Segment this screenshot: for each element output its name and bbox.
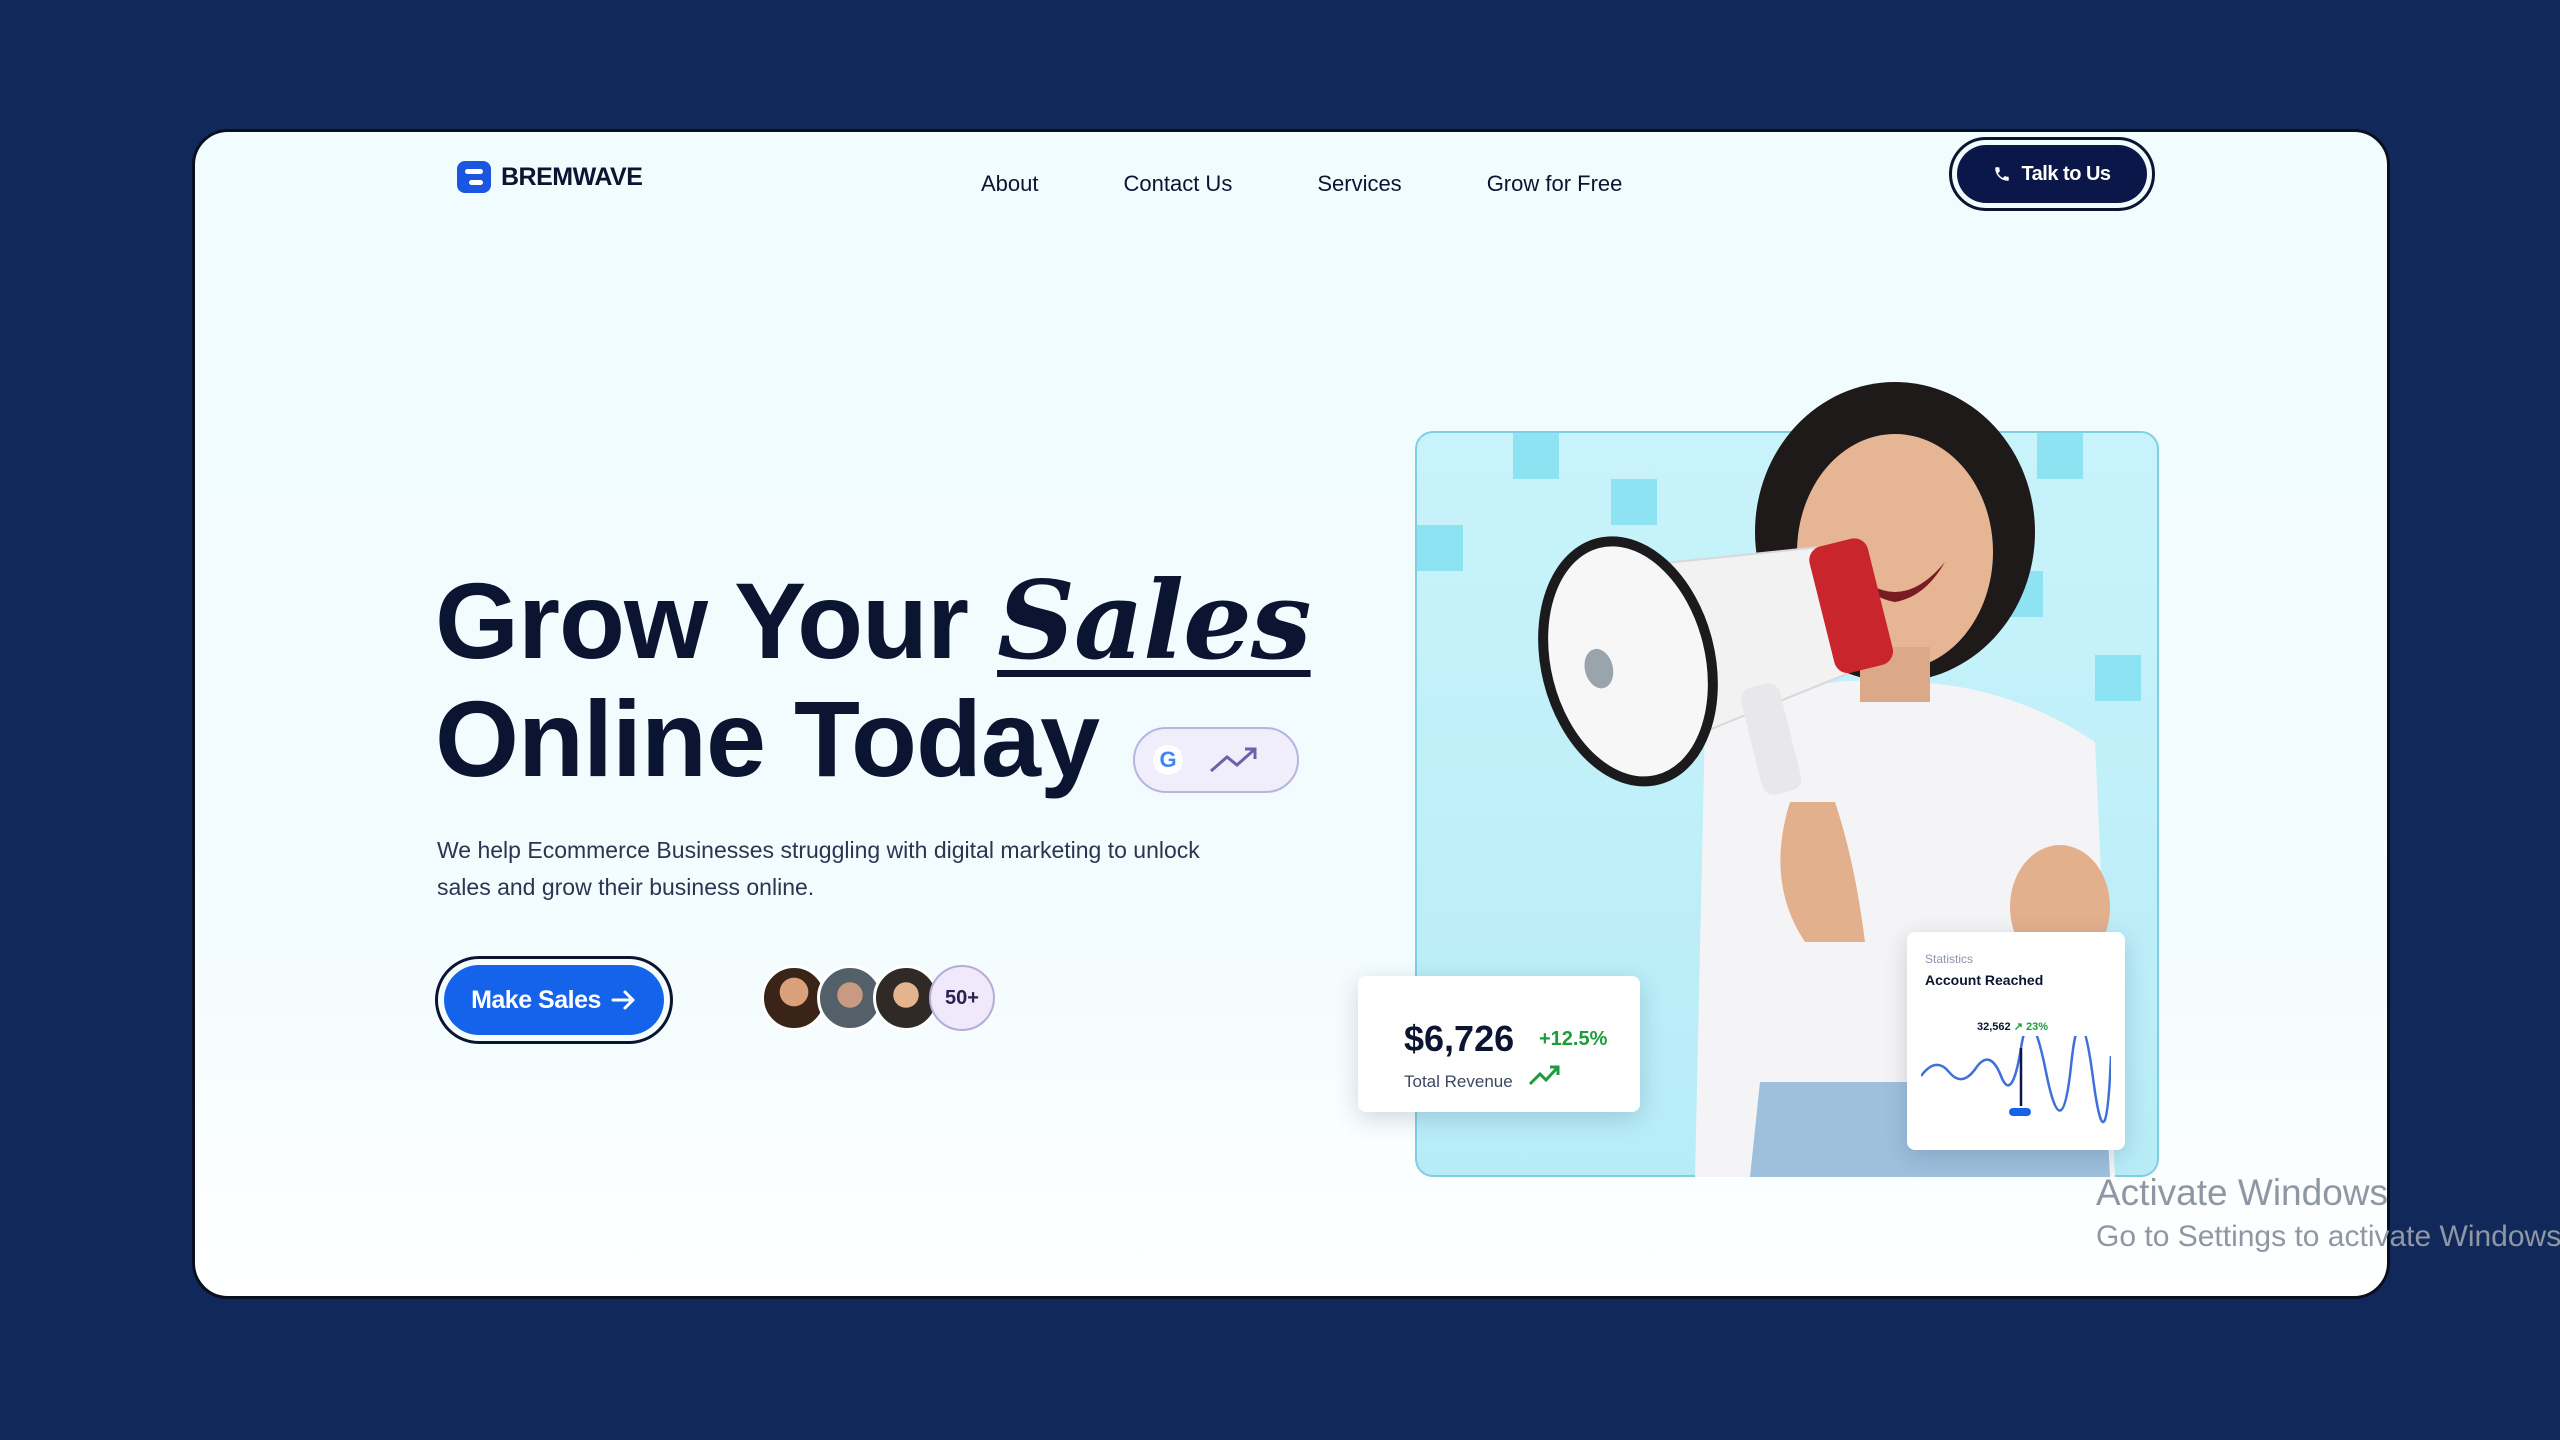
google-icon: G — [1153, 745, 1183, 775]
google-growth-pill: G — [1133, 727, 1299, 793]
total-revenue-card: $6,726 +12.5% Total Revenue — [1358, 976, 1640, 1112]
customer-avatars: 50+ — [761, 965, 995, 1031]
avatar-count-badge: 50+ — [929, 965, 995, 1031]
headline-part1: Grow Your — [435, 560, 998, 681]
reach-change: ↗ 23% — [2013, 1021, 2049, 1033]
talk-to-us-button[interactable]: Talk to Us — [1949, 137, 2155, 211]
browser-frame: BREMWAVE About Contact Us Services Grow … — [192, 129, 2390, 1299]
decor-square — [1417, 525, 1463, 571]
statistics-label: Statistics — [1925, 952, 1974, 966]
revenue-change: +12.5% — [1539, 1028, 1608, 1050]
brand-name: BREMWAVE — [501, 162, 643, 191]
activate-windows-subtext: Go to Settings to activate Windows. — [2096, 1220, 2560, 1253]
revenue-label: Total Revenue — [1404, 1072, 1513, 1091]
headline-line2: Online Today — [435, 678, 1100, 799]
trend-up-icon — [1528, 1065, 1560, 1086]
account-reached-card: Statistics Account Reached 32,562 ↗ 23% — [1907, 932, 2125, 1150]
hero-subtext: We help Ecommerce Businesses struggling … — [437, 837, 1200, 900]
trend-up-icon — [1210, 747, 1257, 773]
make-sales-label: Make Sales — [471, 985, 601, 1014]
headline-accent: Sales — [997, 558, 1312, 684]
arrow-right-icon — [611, 990, 635, 1010]
nav-link-services[interactable]: Services — [1317, 164, 1401, 204]
revenue-value: $6,726 — [1404, 1018, 1515, 1059]
nav-link-contact[interactable]: Contact Us — [1124, 164, 1233, 204]
talk-to-us-inner: Talk to Us — [1957, 145, 2147, 203]
make-sales-button[interactable]: Make Sales — [435, 956, 673, 1044]
activate-windows-watermark: Activate Windows — [2096, 1172, 2388, 1213]
nav-link-grow-free[interactable]: Grow for Free — [1487, 164, 1623, 204]
cta-label: Talk to Us — [2021, 162, 2111, 185]
reach-title: Account Reached — [1925, 972, 2044, 988]
brand-logo[interactable]: BREMWAVE — [457, 161, 643, 193]
reach-line-chart — [1921, 1036, 2111, 1124]
nav-link-about[interactable]: About — [981, 164, 1039, 204]
make-sales-inner: Make Sales — [444, 965, 664, 1035]
phone-icon — [1995, 167, 2010, 181]
logo-icon — [457, 161, 491, 193]
reach-value: 32,562 ↗ 23% — [1977, 1020, 2048, 1033]
main-nav: About Contact Us Services Grow for Free — [981, 164, 1707, 204]
reach-number: 32,562 — [1977, 1021, 2011, 1033]
